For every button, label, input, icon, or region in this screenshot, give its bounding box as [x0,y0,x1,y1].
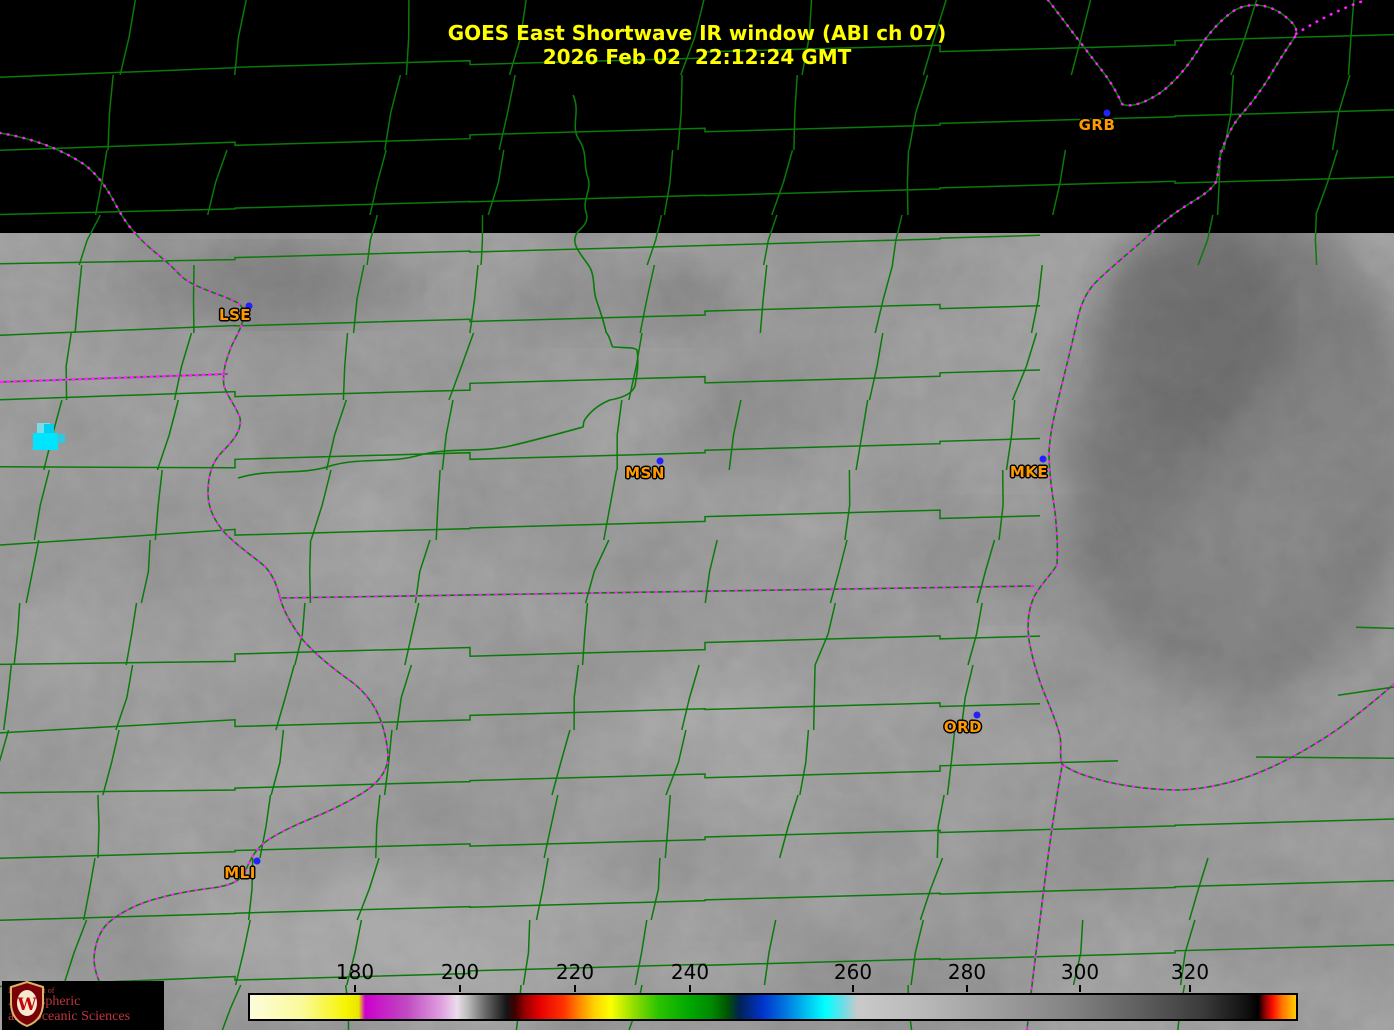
colorbar-tick-label: 180 [336,960,374,984]
colorbar-tick-mark [966,985,968,992]
station-label-grb: GRB [1079,116,1116,134]
uw-crest-icon: W [7,981,47,1027]
station-label-mli: MLI [224,864,256,882]
colorbar-tick-mark [1079,985,1081,992]
station-label-mke: MKE [1010,463,1048,481]
colorbar-tick-label: 260 [834,960,872,984]
colorbar-tick-label: 240 [671,960,709,984]
colorbar-tick-label: 320 [1171,960,1209,984]
colorbar-tick-label: 200 [441,960,479,984]
colorbar-tick-mark [852,985,854,992]
colorbar-bar [248,993,1298,1021]
uw-aos-logo: W Department of Atmospheric and Oceanic … [2,981,164,1030]
colorbar-tick-mark [459,985,461,992]
colorbar-tick-mark [574,985,576,992]
image-timestamp: 2026 Feb 02 22:12:24 GMT [543,45,852,69]
colorbar-tick-mark [354,985,356,992]
svg-text:W: W [16,995,37,1015]
colorbar-tick-label: 300 [1061,960,1099,984]
satellite-viewer: GOES East Shortwave IR window (ABI ch 07… [0,0,1394,1030]
station-label-lse: LSE [219,306,251,324]
colorbar-tick-mark [689,985,691,992]
colorbar-tick-label: 220 [556,960,594,984]
image-title: GOES East Shortwave IR window (ABI ch 07… [448,21,947,45]
station-label-msn: MSN [625,464,665,482]
colorbar-tick-label: 280 [948,960,986,984]
station-label-ord: ORD [944,718,982,736]
colorbar-tick-mark [1189,985,1191,992]
map-overlay-svg [0,0,1394,1030]
door-islands-shoreline [1296,0,1366,34]
station-dot-mke [1040,456,1047,463]
